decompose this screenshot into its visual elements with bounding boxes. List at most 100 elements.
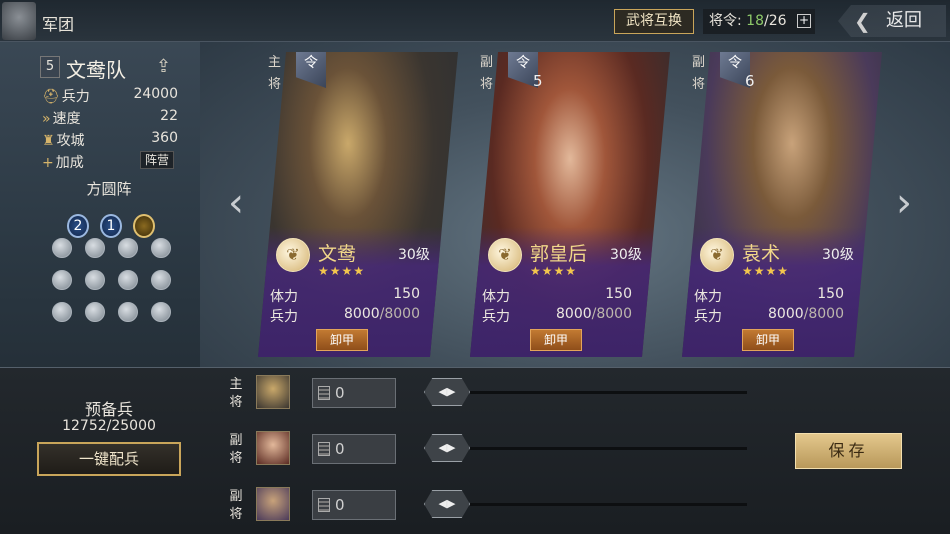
troops-label: 兵力 bbox=[270, 309, 298, 325]
calculator-icon bbox=[318, 442, 330, 456]
save-button[interactable]: 保存 bbox=[795, 433, 902, 469]
stamina-label: 体力 bbox=[482, 289, 510, 305]
formation-slot[interactable] bbox=[151, 302, 171, 322]
troops-row: 兵力 8000/8000 bbox=[270, 306, 420, 325]
card-role-label: 主将 bbox=[268, 55, 282, 92]
top-bar: 军团 武将互换 将令: 18/26 + ❮ 返回 bbox=[0, 0, 950, 42]
prev-arrow-icon[interactable]: ‹ bbox=[228, 180, 244, 226]
faction-emblem-icon: ❦ bbox=[276, 238, 310, 272]
general-level: 30级 bbox=[398, 247, 430, 263]
legion-emblem-icon bbox=[2, 2, 36, 40]
troop-input[interactable]: 0 bbox=[312, 378, 396, 408]
unequip-button[interactable]: 卸甲 bbox=[530, 329, 582, 351]
formation-slot[interactable] bbox=[85, 302, 105, 322]
calculator-icon bbox=[318, 386, 330, 400]
team-info-panel: 5 文鸯队 ⇪ ⛑ 兵力 24000 » 速度 22 ♜ 攻城 360 + 加成 阵营 … bbox=[0, 44, 200, 364]
formation-badge-2: 2 bbox=[67, 214, 89, 238]
siege-icon: ♜ bbox=[42, 133, 55, 149]
back-arrow-icon: ❮ bbox=[854, 9, 871, 33]
formation-slot[interactable] bbox=[118, 270, 138, 290]
formation-slot[interactable] bbox=[85, 238, 105, 258]
swap-generals-button[interactable]: 武将互换 bbox=[614, 9, 694, 34]
formation-slot[interactable] bbox=[52, 238, 72, 258]
troops-row: 兵力 8000/8000 bbox=[482, 306, 632, 325]
stamina-row: 体力 150 bbox=[694, 286, 844, 305]
formation-slot[interactable] bbox=[52, 270, 72, 290]
formation-slot[interactable] bbox=[118, 302, 138, 322]
troops-row: 兵力 8000/8000 bbox=[694, 306, 844, 325]
troop-input[interactable]: 0 bbox=[312, 434, 396, 464]
slider-handle[interactable]: ◀▶ bbox=[424, 434, 470, 462]
unequip-button[interactable]: 卸甲 bbox=[316, 329, 368, 351]
slider-track[interactable] bbox=[470, 447, 747, 450]
general-level: 30级 bbox=[610, 247, 642, 263]
next-arrow-icon[interactable]: › bbox=[896, 180, 912, 226]
allocation-row-main: 主将 0 ◀▶ bbox=[226, 374, 756, 414]
star-rating: ★★★★ bbox=[318, 264, 366, 278]
general-cost: 5 bbox=[533, 72, 543, 90]
general-avatar bbox=[256, 375, 290, 409]
reserve-count: 12752/25000 bbox=[62, 418, 156, 434]
unequip-button[interactable]: 卸甲 bbox=[742, 329, 794, 351]
back-button[interactable]: ❮ 返回 bbox=[838, 5, 946, 37]
stat-label: 攻城 bbox=[56, 133, 85, 149]
star-rating: ★★★★ bbox=[530, 264, 578, 278]
formation-slot[interactable] bbox=[85, 270, 105, 290]
allocation-role: 副将 bbox=[229, 433, 243, 466]
stamina-value: 150 bbox=[605, 286, 632, 302]
slider-handle[interactable]: ◀▶ bbox=[424, 490, 470, 518]
share-icon[interactable]: ⇪ bbox=[156, 56, 171, 77]
team-level-badge: 5 bbox=[40, 56, 60, 78]
team-name: 文鸯队 bbox=[66, 58, 126, 82]
speed-icon: » bbox=[42, 111, 51, 127]
stamina-label: 体力 bbox=[694, 289, 722, 305]
stamina-value: 150 bbox=[817, 286, 844, 302]
order-total: /26 bbox=[764, 13, 787, 29]
stat-label: 兵力 bbox=[61, 89, 90, 105]
reserve-title: 预备兵 bbox=[84, 400, 133, 419]
star-rating: ★★★★ bbox=[742, 264, 790, 278]
troops-value: 8000/8000 bbox=[344, 306, 420, 322]
bonus-label: 加成 bbox=[55, 155, 84, 171]
formation-slot[interactable] bbox=[118, 238, 138, 258]
troop-input[interactable]: 0 bbox=[312, 490, 396, 520]
add-order-button[interactable]: + bbox=[797, 14, 811, 28]
general-avatar bbox=[256, 431, 290, 465]
formation-name: 方圆阵 bbox=[86, 180, 132, 198]
slider-track[interactable] bbox=[470, 391, 747, 394]
stat-label: 速度 bbox=[52, 111, 81, 127]
order-current: 18 bbox=[746, 13, 764, 29]
helmet-icon: ⛑ bbox=[42, 89, 60, 105]
formation-grid[interactable]: 2 1 bbox=[50, 214, 180, 324]
main-general-badge-icon bbox=[133, 214, 155, 238]
camp-tag[interactable]: 阵营 bbox=[139, 151, 174, 169]
stat-value: 24000 bbox=[133, 86, 178, 102]
troop-allocation-panel: 预备兵 12752/25000 一键配兵 主将 0 ◀▶ 副将 0 ◀▶ 副将 … bbox=[0, 367, 950, 534]
stamina-value: 150 bbox=[393, 286, 420, 302]
stat-bonus: + 加成 阵营 bbox=[42, 151, 178, 172]
stat-value: 22 bbox=[160, 108, 178, 124]
auto-allocate-button[interactable]: 一键配兵 bbox=[37, 442, 181, 476]
formation-slot[interactable] bbox=[151, 270, 171, 290]
troops-label: 兵力 bbox=[694, 309, 722, 325]
order-label: 将令: bbox=[709, 13, 742, 29]
order-counter: 将令: 18/26 + bbox=[703, 9, 815, 34]
stat-troops: ⛑ 兵力 24000 bbox=[42, 86, 178, 106]
allocation-role: 主将 bbox=[229, 377, 243, 410]
slider-handle[interactable]: ◀▶ bbox=[424, 378, 470, 406]
stamina-label: 体力 bbox=[270, 289, 298, 305]
calculator-icon bbox=[318, 498, 330, 512]
formation-slot[interactable] bbox=[52, 302, 72, 322]
troops-value: 8000/8000 bbox=[556, 306, 632, 322]
plus-icon: + bbox=[42, 155, 54, 171]
stamina-row: 体力 150 bbox=[482, 286, 632, 305]
troops-label: 兵力 bbox=[482, 309, 510, 325]
general-name: 袁术 bbox=[742, 243, 781, 265]
formation-slot[interactable] bbox=[151, 238, 171, 258]
formation-badge-1: 1 bbox=[100, 214, 122, 238]
troops-value: 8000/8000 bbox=[768, 306, 844, 322]
general-cost: 6 bbox=[745, 72, 755, 90]
stamina-row: 体力 150 bbox=[270, 286, 420, 305]
general-level: 30级 bbox=[822, 247, 854, 263]
slider-track[interactable] bbox=[470, 503, 747, 506]
